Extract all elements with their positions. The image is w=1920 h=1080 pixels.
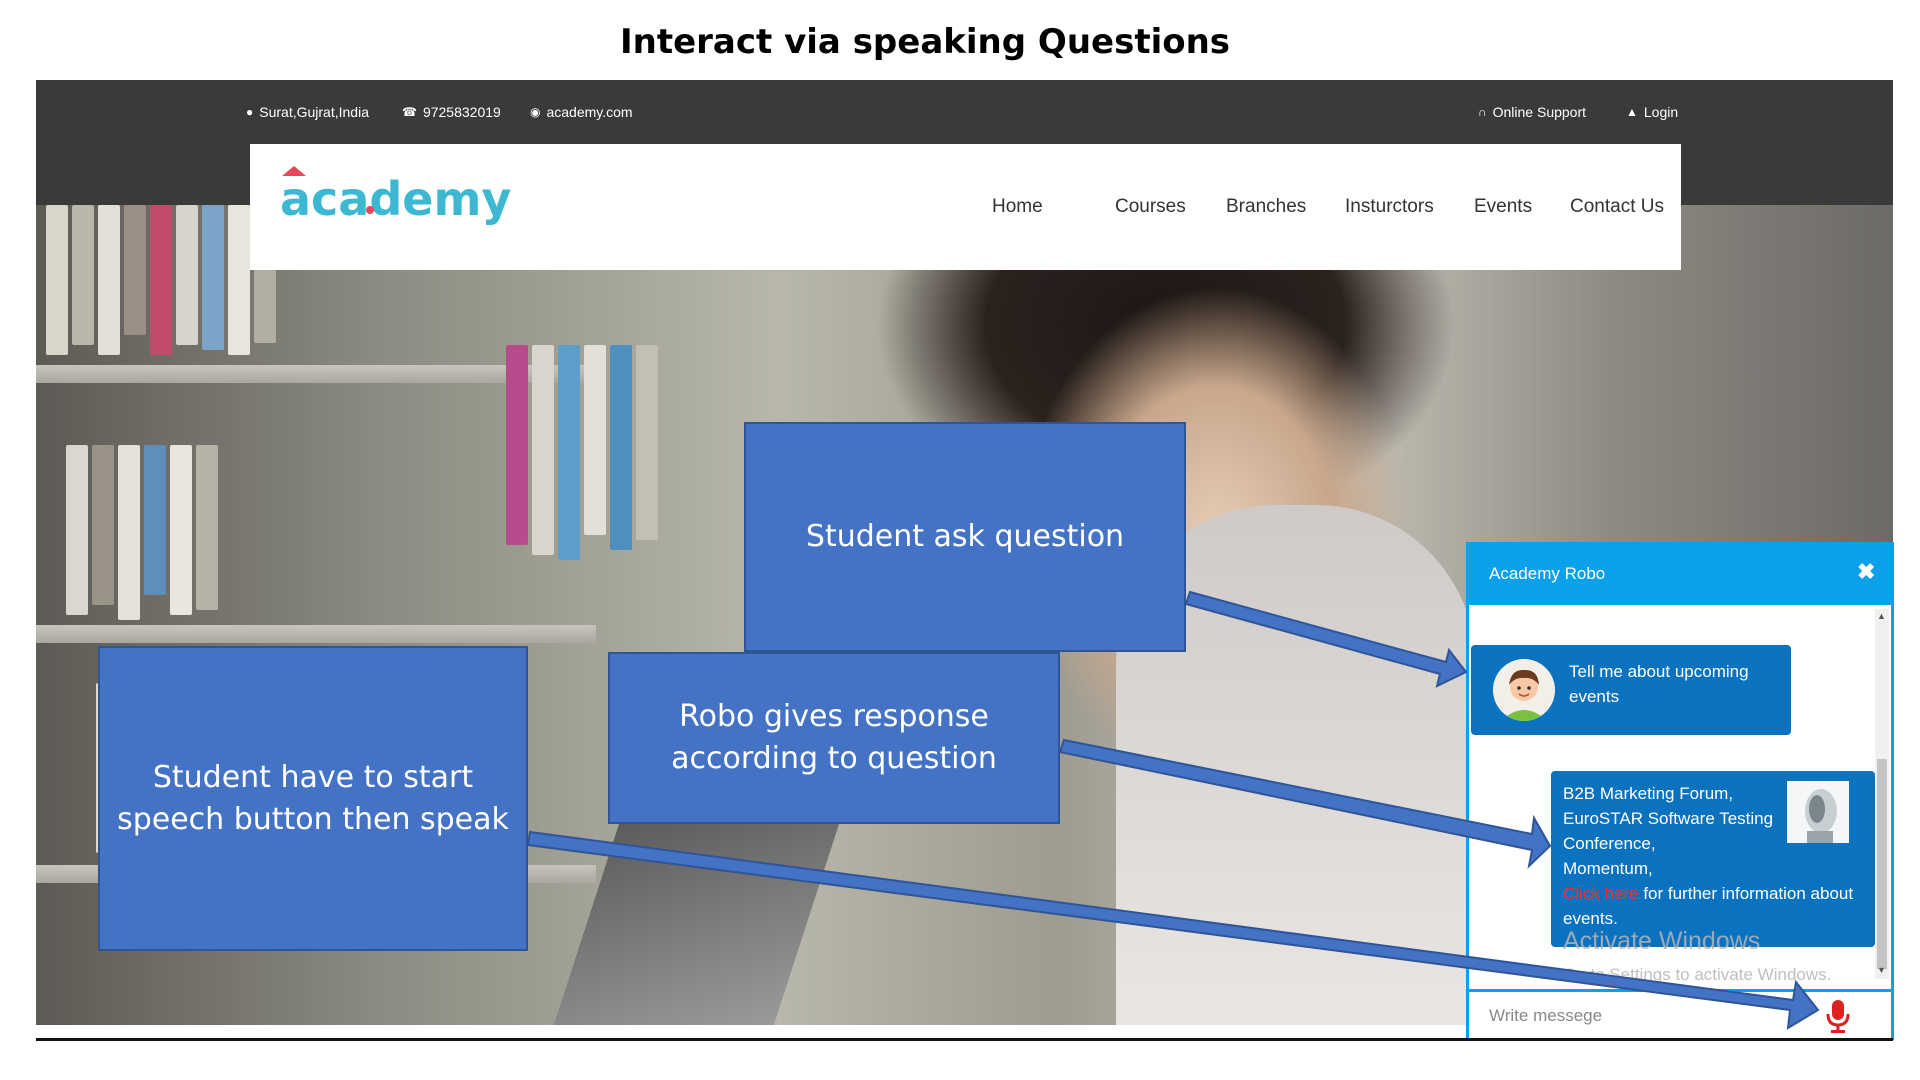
login-link[interactable]: ▲ Login: [1626, 104, 1678, 120]
callout-robo-response: Robo gives response according to questio…: [608, 652, 1060, 824]
bot-message-bubble: B2B Marketing Forum, EuroSTAR Software T…: [1551, 771, 1875, 947]
scroll-up-icon[interactable]: ▲: [1877, 611, 1886, 621]
nav-courses[interactable]: Courses: [1115, 196, 1186, 218]
topbar-phone: ☎ 9725832019: [402, 104, 501, 120]
user-icon: ▲: [1626, 105, 1638, 119]
callout-speech-button: Student have to start speech button then…: [98, 646, 528, 951]
activate-windows-subtitle: Go to Settings to activate Windows.: [1563, 965, 1832, 984]
bot-line-4: Click here for further information about…: [1563, 881, 1863, 931]
chat-title: Academy Robo: [1489, 564, 1606, 583]
nav-contact-us[interactable]: Contact Us: [1570, 196, 1664, 218]
click-here-link[interactable]: Click here: [1563, 884, 1639, 903]
chat-scrollbar[interactable]: ▲ ▼: [1875, 609, 1889, 979]
nav-branches[interactable]: Branches: [1226, 196, 1306, 218]
slide: Interact via speaking Questions ● Surat,…: [0, 0, 1920, 1080]
close-icon[interactable]: ✖: [1857, 559, 1875, 585]
logo-text[interactable]: academy: [280, 172, 511, 226]
bot-line-2: EuroSTAR Software Testing Conference,: [1563, 809, 1774, 853]
colored-books: [506, 345, 658, 565]
academy-logo[interactable]: academy: [280, 166, 511, 226]
robot-avatar: [1787, 781, 1849, 843]
topbar-website[interactable]: ◉ academy.com: [530, 104, 633, 120]
phone-icon: ☎: [402, 105, 417, 119]
online-support-label[interactable]: Online Support: [1493, 104, 1586, 120]
bottom-divider: [36, 1038, 1893, 1041]
nav-events[interactable]: Events: [1474, 196, 1532, 218]
topbar-location: ● Surat,Gujrat,India: [246, 104, 369, 120]
navbar: academy Home Courses Branches Insturctor…: [250, 144, 1681, 270]
student-avatar-icon: [1493, 659, 1555, 721]
chat-input-row: [1469, 989, 1891, 1040]
headset-icon: ∩: [1478, 105, 1487, 119]
chat-header: Academy Robo ✖: [1469, 545, 1891, 605]
bot-line-1: B2B Marketing Forum,: [1563, 784, 1734, 803]
chat-message-input[interactable]: [1487, 998, 1791, 1034]
user-avatar: [1493, 659, 1555, 721]
chat-scrollbar-thumb[interactable]: [1877, 759, 1887, 969]
bot-line-3: Momentum,: [1563, 859, 1653, 878]
topbar-phone-text: 9725832019: [422, 104, 501, 120]
robot-face-icon: [1787, 781, 1849, 843]
user-message-bubble: Tell me about upcoming events: [1471, 645, 1791, 735]
chat-widget: Academy Robo ✖ ▲ ▼ Tell me about upcomin…: [1466, 542, 1894, 1040]
microphone-icon[interactable]: [1823, 998, 1853, 1034]
graduation-cap-icon: [282, 166, 306, 176]
scroll-down-icon[interactable]: ▼: [1877, 965, 1886, 975]
map-marker-icon: ●: [246, 105, 254, 119]
nav-instructors[interactable]: Insturctors: [1345, 196, 1434, 218]
topbar-website-link[interactable]: academy.com: [546, 104, 632, 120]
logo-dot: [366, 206, 374, 214]
callout-student-ask: Student ask question: [744, 422, 1186, 652]
user-message-text: Tell me about upcoming events: [1569, 662, 1749, 706]
slide-title: Interact via speaking Questions: [619, 22, 1231, 62]
online-support-link[interactable]: ∩ Online Support: [1478, 104, 1586, 120]
nav-home[interactable]: Home: [992, 196, 1043, 218]
topbar-location-text: Surat,Gujrat,India: [259, 104, 369, 120]
globe-icon: ◉: [530, 105, 541, 119]
login-label[interactable]: Login: [1644, 104, 1678, 120]
activate-windows-title: Activate Windows: [1563, 927, 1761, 955]
